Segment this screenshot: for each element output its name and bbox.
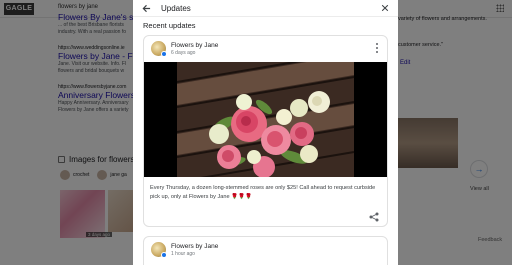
post-photo-roses[interactable] xyxy=(144,62,387,177)
verified-badge-icon xyxy=(161,252,167,258)
post-header: Flowers by Jane 1 hour ago xyxy=(144,237,387,263)
updates-dialog: Updates Recent updates Flowers by Jane 6… xyxy=(133,0,398,265)
more-options-icon[interactable] xyxy=(375,43,379,53)
post-timestamp: 6 days ago xyxy=(171,50,196,56)
post-header: Flowers by Jane 6 days ago xyxy=(144,36,387,62)
back-arrow-icon[interactable] xyxy=(141,3,151,13)
dialog-title: Updates xyxy=(161,3,191,13)
dialog-header: Updates xyxy=(133,0,398,17)
share-icon[interactable] xyxy=(369,209,379,222)
business-name[interactable]: Flowers by Jane xyxy=(171,42,218,49)
post-body-text: Every Thursday, a dozen long-stemmed ros… xyxy=(150,185,376,200)
update-post-card: Flowers by Jane 6 days ago Every Thursda… xyxy=(143,35,388,227)
post-timestamp: 1 hour ago xyxy=(171,251,195,257)
business-name[interactable]: Flowers by Jane xyxy=(171,243,218,250)
verified-badge-icon xyxy=(161,51,167,57)
close-icon[interactable] xyxy=(380,3,390,13)
recent-updates-heading: Recent updates xyxy=(143,21,196,30)
update-post-card: Flowers by Jane 1 hour ago xyxy=(143,236,388,265)
